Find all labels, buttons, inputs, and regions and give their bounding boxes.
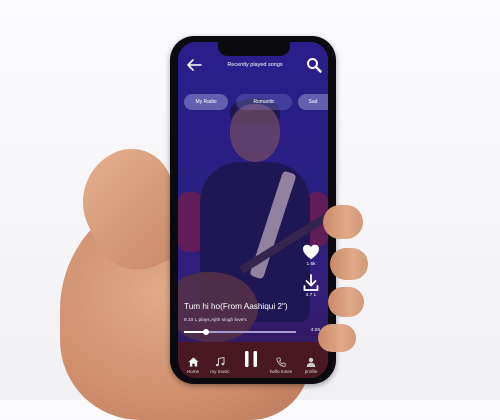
profile-icon bbox=[306, 357, 316, 367]
heart-icon[interactable] bbox=[302, 244, 320, 260]
nav-home[interactable]: Home bbox=[178, 357, 208, 374]
song-title: Tum hi ho(From Aashiqui 2") bbox=[184, 302, 288, 311]
progress-bar[interactable] bbox=[184, 329, 296, 335]
nav-profile-label: profile bbox=[304, 369, 318, 374]
bottom-nav: Home my music hello tunes profile bbox=[178, 342, 328, 378]
pause-icon[interactable] bbox=[241, 350, 261, 368]
search-icon[interactable] bbox=[306, 57, 322, 73]
downloads-count: 4.7 L bbox=[305, 293, 317, 298]
hand-finger bbox=[323, 205, 363, 239]
back-arrow-icon[interactable] bbox=[186, 58, 202, 72]
nav-home-label: Home bbox=[186, 369, 200, 374]
chip-romantic[interactable]: Romantic bbox=[236, 94, 292, 110]
music-note-icon bbox=[216, 357, 225, 367]
chip-sad[interactable]: Sad bbox=[298, 94, 328, 110]
nav-my-music-label: my music bbox=[210, 369, 230, 374]
nav-my-music[interactable]: my music bbox=[205, 357, 235, 374]
download-icon[interactable] bbox=[303, 274, 319, 292]
phone-screen: Recently played songs My Radio Romantic … bbox=[178, 42, 328, 378]
phone-device: Recently played songs My Radio Romantic … bbox=[170, 36, 336, 384]
side-actions: 1.5k 4.7 L bbox=[298, 244, 324, 298]
likes-count: 1.5k bbox=[306, 262, 316, 267]
song-meta: 8.10 L plays,Ajith singh love's bbox=[184, 318, 247, 323]
chip-my-radio[interactable]: My Radio bbox=[184, 94, 228, 110]
hand-finger bbox=[330, 248, 368, 280]
page-title: Recently played songs bbox=[227, 62, 283, 68]
category-chips: My Radio Romantic Sad bbox=[184, 94, 328, 110]
hand-finger bbox=[328, 287, 364, 317]
phone-notch bbox=[218, 42, 290, 56]
nav-profile[interactable]: profile bbox=[296, 357, 326, 374]
home-icon bbox=[188, 357, 198, 367]
nav-hello-tunes-label: hello tunes bbox=[269, 369, 293, 374]
top-bar: Recently played songs bbox=[178, 56, 328, 76]
nav-hello-tunes[interactable]: hello tunes bbox=[266, 357, 296, 374]
phone-icon bbox=[276, 357, 286, 367]
song-duration: 4:26 bbox=[310, 328, 320, 333]
album-artwork bbox=[178, 42, 328, 378]
